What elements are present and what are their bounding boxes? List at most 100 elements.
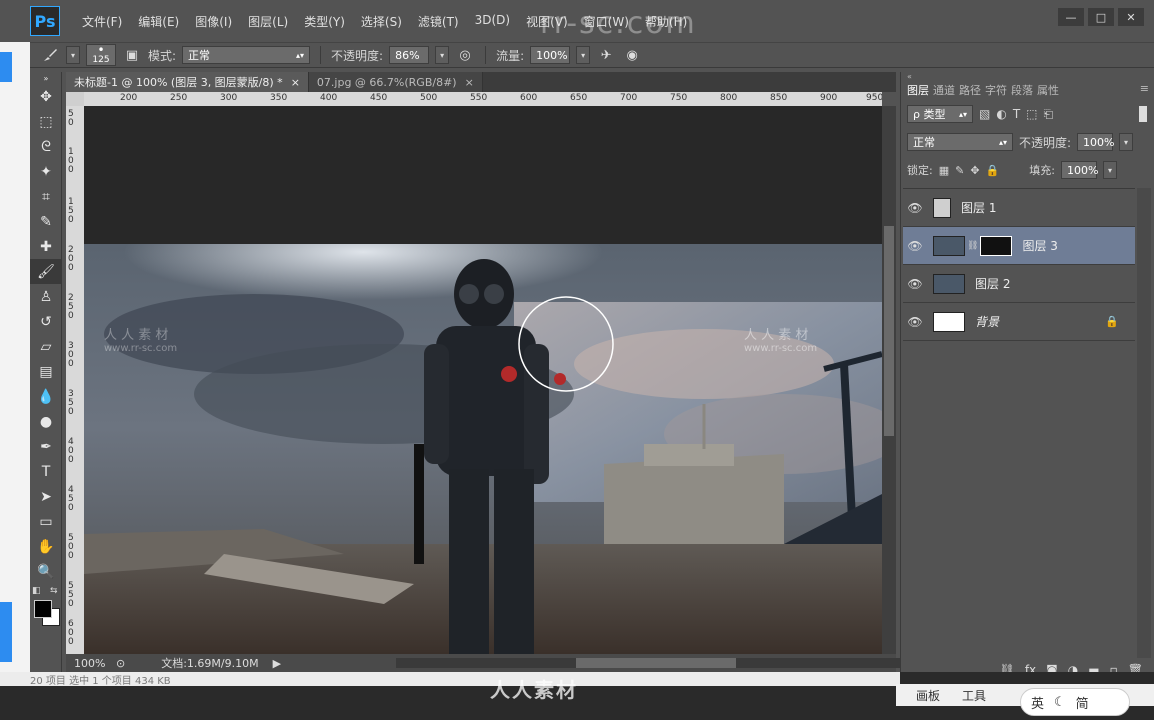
tab-layers[interactable]: 图层 [907, 82, 929, 100]
eraser-tool-icon[interactable]: ▱ [30, 334, 62, 359]
clone-stamp-tool-icon[interactable]: ♙ [30, 284, 62, 309]
tool-preset-dropdown[interactable]: ▾ [66, 46, 80, 64]
lock-all-icon[interactable]: 🔒 [986, 164, 1000, 177]
shape-tool-icon[interactable]: ▭ [30, 509, 62, 534]
menu-type[interactable]: 类型(Y) [296, 13, 353, 30]
layer-row[interactable]: 👁 图层 1 [903, 189, 1135, 227]
mode-select[interactable]: 正常 ▴▾ [182, 46, 311, 64]
pen-tool-icon[interactable]: ✒ [30, 434, 62, 459]
lock-image-icon[interactable]: ✎ [955, 164, 964, 177]
status-menu-arrow-icon[interactable]: ▶ [273, 657, 281, 670]
scroll-thumb[interactable] [576, 658, 736, 668]
brush-size-picker[interactable]: • 125 [86, 44, 116, 66]
healing-brush-tool-icon[interactable]: ✚ [30, 234, 62, 259]
close-icon[interactable]: × [291, 76, 300, 89]
horizontal-scrollbar[interactable] [396, 658, 936, 668]
crop-tool-icon[interactable]: ⌗ [30, 184, 62, 209]
tools-collapse-icon[interactable]: » [30, 72, 62, 84]
lock-position-icon[interactable]: ✥ [970, 164, 979, 177]
layer-opacity-dropdown[interactable]: ▾ [1119, 133, 1134, 151]
brush-panel-icon[interactable]: ▣ [122, 46, 142, 64]
layer-opacity-input[interactable]: 100% [1077, 133, 1115, 151]
vertical-scrollbar[interactable] [882, 106, 896, 654]
gradient-tool-icon[interactable]: ▤ [30, 359, 62, 384]
eye-icon[interactable]: 👁 [903, 277, 927, 291]
tab-artboard[interactable]: 画板 [916, 687, 940, 704]
blend-mode-select[interactable]: 正常 ▴▾ [907, 133, 1013, 151]
airbrush-icon[interactable]: ✈ [596, 46, 616, 64]
marquee-tool-icon[interactable]: ⬚ [30, 109, 62, 134]
history-brush-tool-icon[interactable]: ↺ [30, 309, 62, 334]
lasso-tool-icon[interactable]: ᘓ [30, 134, 62, 159]
type-filter-icon[interactable]: T [1013, 107, 1020, 121]
smart-object-filter-icon[interactable]: ⎗ [1044, 107, 1054, 122]
flow-label: 流量: [496, 48, 525, 63]
fill-input[interactable]: 100% [1060, 161, 1098, 179]
default-colors-icon[interactable]: ◧ [32, 586, 41, 596]
layer-row[interactable]: 👁 ⛓ 图层 3 [903, 227, 1135, 265]
pixel-filter-icon[interactable]: ▧ [979, 107, 990, 121]
filter-toggle[interactable] [1139, 106, 1147, 122]
menu-layer[interactable]: 图层(L) [240, 13, 296, 30]
menu-filter[interactable]: 滤镜(T) [410, 13, 467, 30]
brush-tool-icon[interactable]: 🖌 [30, 259, 62, 284]
menu-edit[interactable]: 编辑(E) [130, 13, 187, 30]
swap-colors-icon[interactable]: ⇆ [50, 586, 58, 596]
blur-tool-icon[interactable]: 💧 [30, 384, 62, 409]
pressure-opacity-icon[interactable]: ◎ [455, 46, 475, 64]
close-button[interactable]: ✕ [1118, 8, 1144, 26]
layer-row[interactable]: 👁 背景 🔒 [903, 303, 1135, 341]
fill-dropdown[interactable]: ▾ [1102, 161, 1117, 179]
opacity-input[interactable]: 86% [389, 46, 430, 64]
pressure-size-icon[interactable]: ◉ [622, 46, 642, 64]
panel-menu-icon[interactable]: ≡ [1140, 82, 1149, 100]
chain-link-icon[interactable]: ⛓ [967, 241, 978, 251]
close-icon[interactable]: × [465, 76, 474, 89]
brush-tool-icon[interactable] [40, 46, 60, 64]
zoom-tool-icon[interactable]: 🔍 [30, 559, 62, 584]
menu-3d[interactable]: 3D(D) [467, 13, 518, 30]
ime-charset[interactable]: 简 [1076, 693, 1089, 712]
path-select-tool-icon[interactable]: ➤ [30, 484, 62, 509]
move-tool-icon[interactable]: ✥ [30, 84, 62, 109]
menu-file[interactable]: 文件(F) [74, 13, 130, 30]
flow-input[interactable]: 100% [530, 46, 571, 64]
panel-collapse-icon[interactable]: « [907, 72, 912, 81]
ime-language[interactable]: 英 [1031, 693, 1044, 712]
type-tool-icon[interactable]: T [30, 459, 62, 484]
tab-channels[interactable]: 通道 [933, 82, 955, 100]
flow-dropdown[interactable]: ▾ [576, 46, 591, 64]
maximize-button[interactable]: □ [1088, 8, 1114, 26]
eye-icon[interactable]: 👁 [903, 239, 927, 253]
zoom-level[interactable]: 100% [66, 657, 106, 670]
eyedropper-tool-icon[interactable]: ✎ [30, 209, 62, 234]
tab-paragraph[interactable]: 段落 [1011, 82, 1033, 100]
foreground-color-swatch[interactable] [34, 600, 52, 618]
tab-untitled-1[interactable]: 未标题-1 @ 100% (图层 3, 图层蒙版/8) * × [66, 72, 309, 92]
adjustment-filter-icon[interactable]: ◐ [996, 107, 1006, 121]
magic-wand-tool-icon[interactable]: ✦ [30, 159, 62, 184]
opacity-dropdown[interactable]: ▾ [435, 46, 450, 64]
lock-transparent-icon[interactable]: ▦ [939, 164, 949, 177]
tab-paths[interactable]: 路径 [959, 82, 981, 100]
minimize-button[interactable]: — [1058, 8, 1084, 26]
hand-tool-icon[interactable]: ✋ [30, 534, 62, 559]
eye-icon[interactable]: 👁 [903, 315, 927, 329]
tab-07-jpg[interactable]: 07.jpg @ 66.7%(RGB/8#) × [308, 72, 483, 92]
canvas-workspace[interactable]: 人 人 素 材 www.rr-sc.com 人 人 素 材 www.rr-sc.… [84, 106, 882, 654]
tab-properties[interactable]: 属性 [1037, 82, 1059, 100]
tab-tools[interactable]: 工具 [962, 687, 986, 704]
layers-scrollbar[interactable] [1137, 188, 1151, 658]
tab-character[interactable]: 字符 [985, 82, 1007, 100]
scroll-thumb[interactable] [884, 226, 894, 436]
moon-icon[interactable]: ☾ [1054, 695, 1066, 710]
dodge-tool-icon[interactable]: ● [30, 409, 62, 434]
layer-kind-filter[interactable]: ρ 类型 ▴▾ [907, 105, 973, 123]
menu-image[interactable]: 图像(I) [187, 13, 240, 30]
layer-row[interactable]: 👁 图层 2 [903, 265, 1135, 303]
menu-select[interactable]: 选择(S) [353, 13, 410, 30]
eye-icon[interactable]: 👁 [903, 201, 927, 215]
layer-mask-thumbnail[interactable] [980, 235, 1013, 256]
shape-filter-icon[interactable]: ⬚ [1026, 107, 1037, 121]
canvas-image[interactable]: 人 人 素 材 www.rr-sc.com 人 人 素 材 www.rr-sc.… [84, 244, 882, 654]
